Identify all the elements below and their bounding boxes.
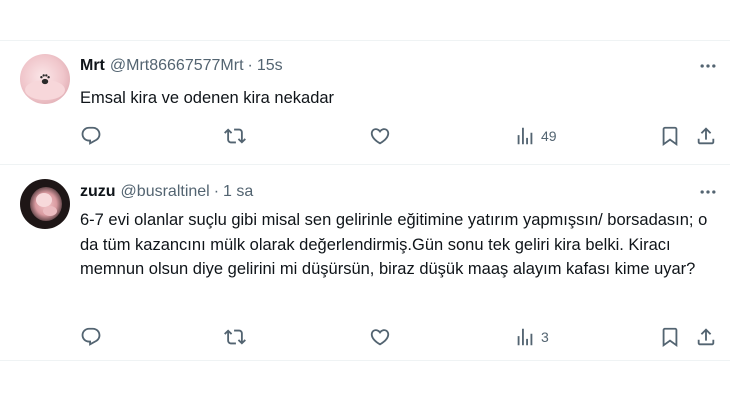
reply-button[interactable] (80, 124, 102, 148)
views-count: 49 (541, 128, 557, 144)
bookmark-button[interactable] (659, 325, 681, 349)
retweet-button[interactable] (224, 124, 246, 148)
tweet[interactable]: Mrt @Mrt86667577Mrt · 15s Emsal kira ve … (0, 41, 730, 164)
reply-icon (81, 327, 101, 346)
share-button[interactable] (695, 325, 717, 349)
top-strip (0, 0, 730, 40)
tweet-text: 6-7 evi olanlar suçlu gibi misal sen gel… (80, 211, 708, 278)
retweet-icon (224, 128, 246, 144)
avatar[interactable] (20, 179, 70, 229)
retweet-icon (224, 329, 246, 345)
avatar-image (20, 179, 70, 229)
views-count: 3 (541, 329, 549, 345)
tweet-text: Emsal kira ve odenen kira nekadar (80, 89, 335, 107)
views-icon (517, 127, 533, 145)
separator-dot: · (247, 57, 253, 74)
retweet-button[interactable] (224, 325, 246, 349)
more-icon[interactable] (696, 56, 720, 76)
separator-dot: · (213, 183, 220, 200)
tweet-header: zuzu @busraltinel · 1 sa (80, 181, 253, 203)
avatar[interactable] (20, 54, 70, 104)
share-icon (697, 127, 715, 145)
share-button[interactable] (695, 124, 717, 148)
like-icon (370, 329, 390, 346)
more-icon[interactable] (696, 182, 720, 202)
action-bar: 3 (0, 325, 730, 349)
like-button[interactable] (369, 325, 391, 349)
reply-button[interactable] (80, 325, 102, 349)
tweet-header: Mrt @Mrt86667577Mrt · 15s (80, 55, 283, 77)
author-handle[interactable]: @Mrt86667577Mrt (110, 57, 244, 75)
action-bar: 49 (0, 124, 730, 148)
author-handle[interactable]: @busraltinel (121, 183, 210, 201)
bookmark-icon (662, 126, 678, 147)
share-icon (697, 328, 715, 346)
views-button[interactable]: 3 (514, 325, 549, 349)
views-button[interactable]: 49 (514, 124, 557, 148)
timestamp[interactable]: 1 sa (223, 183, 253, 201)
avatar-image (20, 54, 70, 104)
like-icon (370, 128, 390, 145)
tweet[interactable]: zuzu @busraltinel · 1 sa 6-7 evi olanlar… (0, 165, 730, 360)
reply-icon (81, 126, 101, 145)
like-button[interactable] (369, 124, 391, 148)
divider (0, 360, 730, 361)
timestamp[interactable]: 15s (257, 57, 283, 75)
bookmark-icon (662, 327, 678, 348)
views-icon (517, 328, 533, 346)
author-name[interactable]: Mrt (80, 57, 105, 75)
author-name[interactable]: zuzu (80, 183, 116, 201)
bookmark-button[interactable] (659, 124, 681, 148)
